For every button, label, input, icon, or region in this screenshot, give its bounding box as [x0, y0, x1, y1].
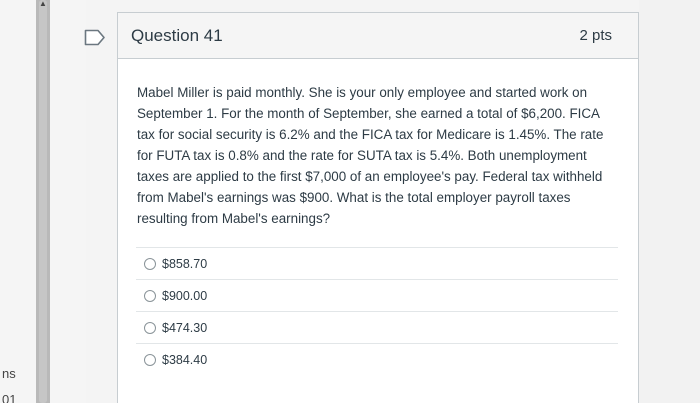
answer-option[interactable]: $900.00: [136, 279, 618, 311]
answer-label: $384.40: [162, 352, 208, 367]
answer-option[interactable]: $858.70: [136, 247, 618, 279]
answer-option[interactable]: $474.30: [136, 311, 618, 343]
left-panel: ns 01: [0, 0, 36, 403]
scroll-up-icon[interactable]: ▲: [37, 0, 49, 8]
radio-icon[interactable]: [144, 289, 156, 302]
question-points: 2 pts: [579, 27, 612, 44]
question-gutter: [50, 0, 86, 403]
radio-icon[interactable]: [144, 321, 156, 334]
answer-list: $858.70 $900.00 $474.30 $384.40: [136, 247, 618, 375]
question-text: Mabel Miller is paid monthly. She is you…: [137, 85, 604, 226]
left-text-fragment: 01: [2, 392, 17, 403]
scrollbar-thumb[interactable]: [39, 0, 47, 403]
question-header: Question 41 2 pts: [118, 13, 638, 59]
right-panel: [639, 0, 700, 403]
radio-icon[interactable]: [144, 353, 156, 366]
question-card: Question 41 2 pts Mabel Miller is paid m…: [117, 12, 639, 403]
flag-icon[interactable]: [84, 29, 106, 46]
answer-label: $900.00: [162, 288, 208, 303]
scrollbar[interactable]: [36, 0, 50, 403]
radio-icon[interactable]: [144, 257, 156, 270]
left-text-fragment: ns: [2, 366, 16, 381]
question-title: Question 41: [131, 25, 223, 45]
answer-option[interactable]: $384.40: [136, 343, 618, 375]
answer-label: $858.70: [162, 256, 208, 271]
answer-label: $474.30: [162, 320, 208, 335]
